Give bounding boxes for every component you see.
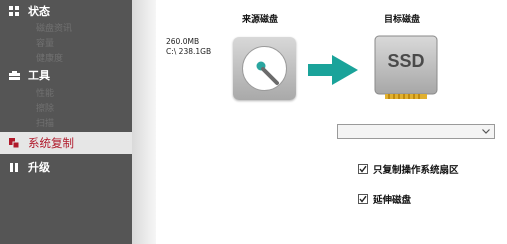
sidebar-item-tools-label: 工具 bbox=[28, 69, 50, 82]
ssd-icon-text: SSD bbox=[387, 51, 425, 71]
sidebar-item-status-label: 状态 bbox=[28, 5, 50, 18]
sidebar-subitem-performance[interactable]: 性能 bbox=[36, 86, 54, 99]
option-system-partition-only[interactable]: 只复制操作系统扇区 bbox=[358, 162, 459, 176]
system-partition-label: 只复制操作系统扇区 bbox=[373, 165, 459, 176]
option-extend-disk[interactable]: 延伸磁盘 bbox=[358, 192, 411, 206]
target-disk-select[interactable] bbox=[337, 124, 495, 139]
source-drive: C:\ 238.1GB bbox=[166, 47, 212, 56]
extend-disk-label: 延伸磁盘 bbox=[373, 195, 412, 206]
ssd-icon[interactable]: SSD bbox=[373, 34, 439, 100]
sidebar-subitem-capacity[interactable]: 容量 bbox=[36, 36, 54, 49]
source-disk-label: 来源磁盘 bbox=[242, 15, 279, 25]
extend-disk-checkbox[interactable] bbox=[358, 194, 368, 204]
system-partition-checkbox[interactable] bbox=[358, 164, 368, 174]
sidebar-subitem-erase[interactable]: 擦除 bbox=[36, 101, 54, 114]
sidebar-item-tools[interactable]: 工具 bbox=[0, 64, 132, 86]
toolbox-icon bbox=[7, 70, 21, 80]
clone-icon bbox=[7, 138, 21, 148]
source-disk-info: 260.0MB C:\ 238.1GB bbox=[166, 37, 211, 57]
upgrade-icon bbox=[7, 162, 21, 172]
source-size: 260.0MB bbox=[166, 37, 200, 46]
sidebar-item-upgrade[interactable]: 升级 bbox=[0, 156, 132, 178]
sidebar-subitem-scan[interactable]: 扫描 bbox=[36, 116, 54, 129]
chevron-down-icon bbox=[482, 129, 490, 134]
sidebar-subitem-disk-info[interactable]: 磁盘资讯 bbox=[36, 21, 72, 34]
sidebar-item-status[interactable]: 状态 bbox=[0, 0, 132, 22]
sidebar-item-system-clone[interactable]: 系统复制 bbox=[0, 132, 132, 154]
sidebar: 状态 磁盘资讯 容量 健康度 工具 性能 擦除 扫描 系统复制 升级 bbox=[0, 0, 156, 244]
sidebar-item-system-clone-label: 系统复制 bbox=[28, 136, 74, 150]
sidebar-item-upgrade-label: 升级 bbox=[28, 161, 50, 174]
hard-disk-icon[interactable] bbox=[233, 37, 296, 100]
grid-icon bbox=[7, 6, 21, 16]
sidebar-subitem-health[interactable]: 健康度 bbox=[36, 51, 63, 64]
target-disk-label: 目标磁盘 bbox=[384, 15, 421, 25]
arrow-right-icon bbox=[308, 55, 358, 89]
